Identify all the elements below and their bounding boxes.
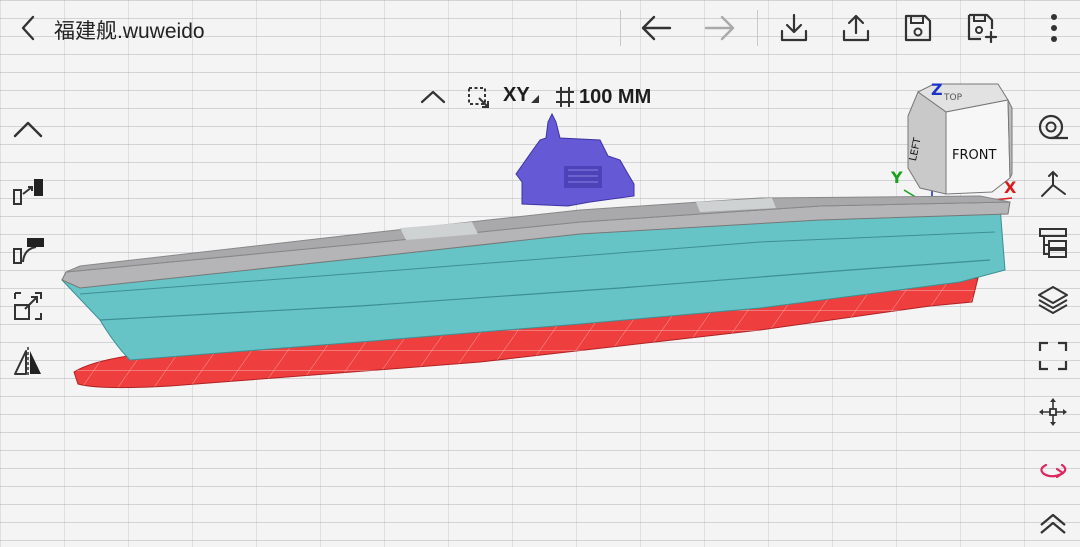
plane-selector[interactable]: XY [503,84,539,110]
back-button[interactable] [12,12,44,44]
collapse-view-controls-button[interactable] [418,84,448,110]
undo-button[interactable] [634,8,678,48]
dropdown-corner-icon [530,90,539,108]
grid-size-label: 100 MM [579,85,652,108]
redo-button[interactable] [698,8,742,48]
import-button[interactable] [772,8,816,48]
upload-icon [840,12,872,44]
save-plus-icon [965,11,999,45]
arrow-left-icon [639,14,673,42]
pan-button[interactable] [1031,390,1075,434]
model-tree-button[interactable] [1031,220,1075,264]
save-icon [902,12,934,44]
ship-model-viewport[interactable] [60,110,1020,400]
save-button[interactable] [896,8,940,48]
export-button[interactable] [834,8,878,48]
mirror-icon [11,345,45,379]
pan-arrows-icon [1036,395,1070,429]
collapse-toolbar-button[interactable] [6,107,50,151]
axes-button[interactable] [1031,162,1075,206]
toolbar-divider [757,10,758,46]
toolbar-divider [620,10,621,46]
selection-box-icon [466,85,490,109]
file-title: 福建舰.wuweido [54,20,205,43]
more-button[interactable] [1036,8,1072,48]
plane-label: XY [503,84,530,106]
zoom-chevrons-icon [1036,508,1070,542]
move-along-tool-button[interactable] [6,229,50,273]
orbit-icon [1036,455,1070,485]
grid-hash-icon [555,86,575,108]
scale-tool-button[interactable] [6,284,50,328]
chevron-up-icon [419,89,447,105]
tree-icon [1036,225,1070,259]
grid-size-control[interactable]: 100 MM [555,84,651,110]
axis-z-label: Z [931,80,943,99]
save-as-button[interactable] [960,8,1004,48]
fit-view-button[interactable] [1031,334,1075,378]
chevron-up-icon [12,119,44,139]
mirror-tool-button[interactable] [6,340,50,384]
layers-button[interactable] [1031,278,1075,322]
move-curve-icon [10,235,46,267]
island-superstructure [515,112,635,207]
zoom-button[interactable] [1031,503,1075,547]
download-icon [778,12,810,44]
cube-face-top[interactable]: TOP [944,93,962,103]
move-tool-button[interactable] [6,170,50,214]
chevron-left-icon [18,14,38,42]
scale-icon [11,289,45,323]
arrow-right-icon [703,14,737,42]
fit-screen-icon [1036,339,1070,373]
layers-icon [1036,283,1070,317]
view-mode-button[interactable] [1031,106,1075,150]
select-box-button[interactable] [464,84,492,110]
move-box-icon [10,176,46,208]
orbit-button[interactable] [1031,448,1075,492]
more-vertical-icon [1050,13,1058,43]
axes-icon [1036,168,1070,200]
sphere-icon [1036,113,1070,143]
